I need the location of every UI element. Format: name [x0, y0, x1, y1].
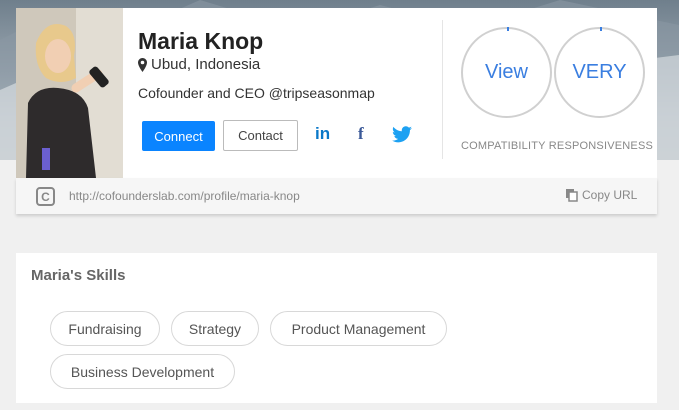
compatibility-tick: [507, 27, 509, 31]
contact-button[interactable]: Contact: [223, 120, 298, 151]
compatibility-circle[interactable]: View: [461, 27, 552, 118]
vertical-divider: [442, 20, 443, 159]
profile-card: Maria Knop Ubud, Indonesia Cofounder and…: [16, 8, 657, 178]
profile-url: http://cofounderslab.com/profile/maria-k…: [69, 189, 300, 203]
compatibility-value: View: [485, 61, 528, 83]
map-pin-icon: [138, 57, 147, 72]
skill-tag[interactable]: Strategy: [171, 311, 259, 346]
copy-url-button[interactable]: Copy URL: [566, 188, 637, 202]
responsiveness-tick: [600, 27, 602, 31]
location-text: Ubud, Indonesia: [151, 56, 261, 73]
responsiveness-value: VERY: [572, 61, 627, 83]
skill-tag[interactable]: Product Management: [270, 311, 447, 346]
profile-location: Ubud, Indonesia: [138, 56, 260, 73]
linkedin-icon[interactable]: in: [315, 124, 330, 144]
profile-name: Maria Knop: [138, 28, 264, 54]
profile-photo: [16, 8, 123, 178]
skills-card: Maria's Skills Fundraising Strategy Prod…: [16, 253, 657, 403]
skill-tag[interactable]: Fundraising: [50, 311, 160, 346]
skills-title: Maria's Skills: [31, 267, 126, 284]
copy-url-label: Copy URL: [582, 188, 638, 202]
copy-icon: [566, 188, 578, 202]
connect-button[interactable]: Connect: [142, 121, 215, 151]
cofounderslab-logo-icon: C: [36, 187, 55, 206]
responsiveness-circle: VERY: [554, 27, 645, 118]
profile-url-bar: C http://cofounderslab.com/profile/maria…: [16, 178, 657, 214]
facebook-icon[interactable]: f: [358, 124, 364, 144]
skill-tag[interactable]: Business Development: [50, 354, 235, 389]
profile-headline: Cofounder and CEO @tripseasonmap: [138, 85, 375, 101]
twitter-icon[interactable]: [392, 126, 412, 143]
metric-labels: COMPATIBILITY RESPONSIVENESS: [461, 140, 654, 152]
avatar: [16, 8, 123, 178]
